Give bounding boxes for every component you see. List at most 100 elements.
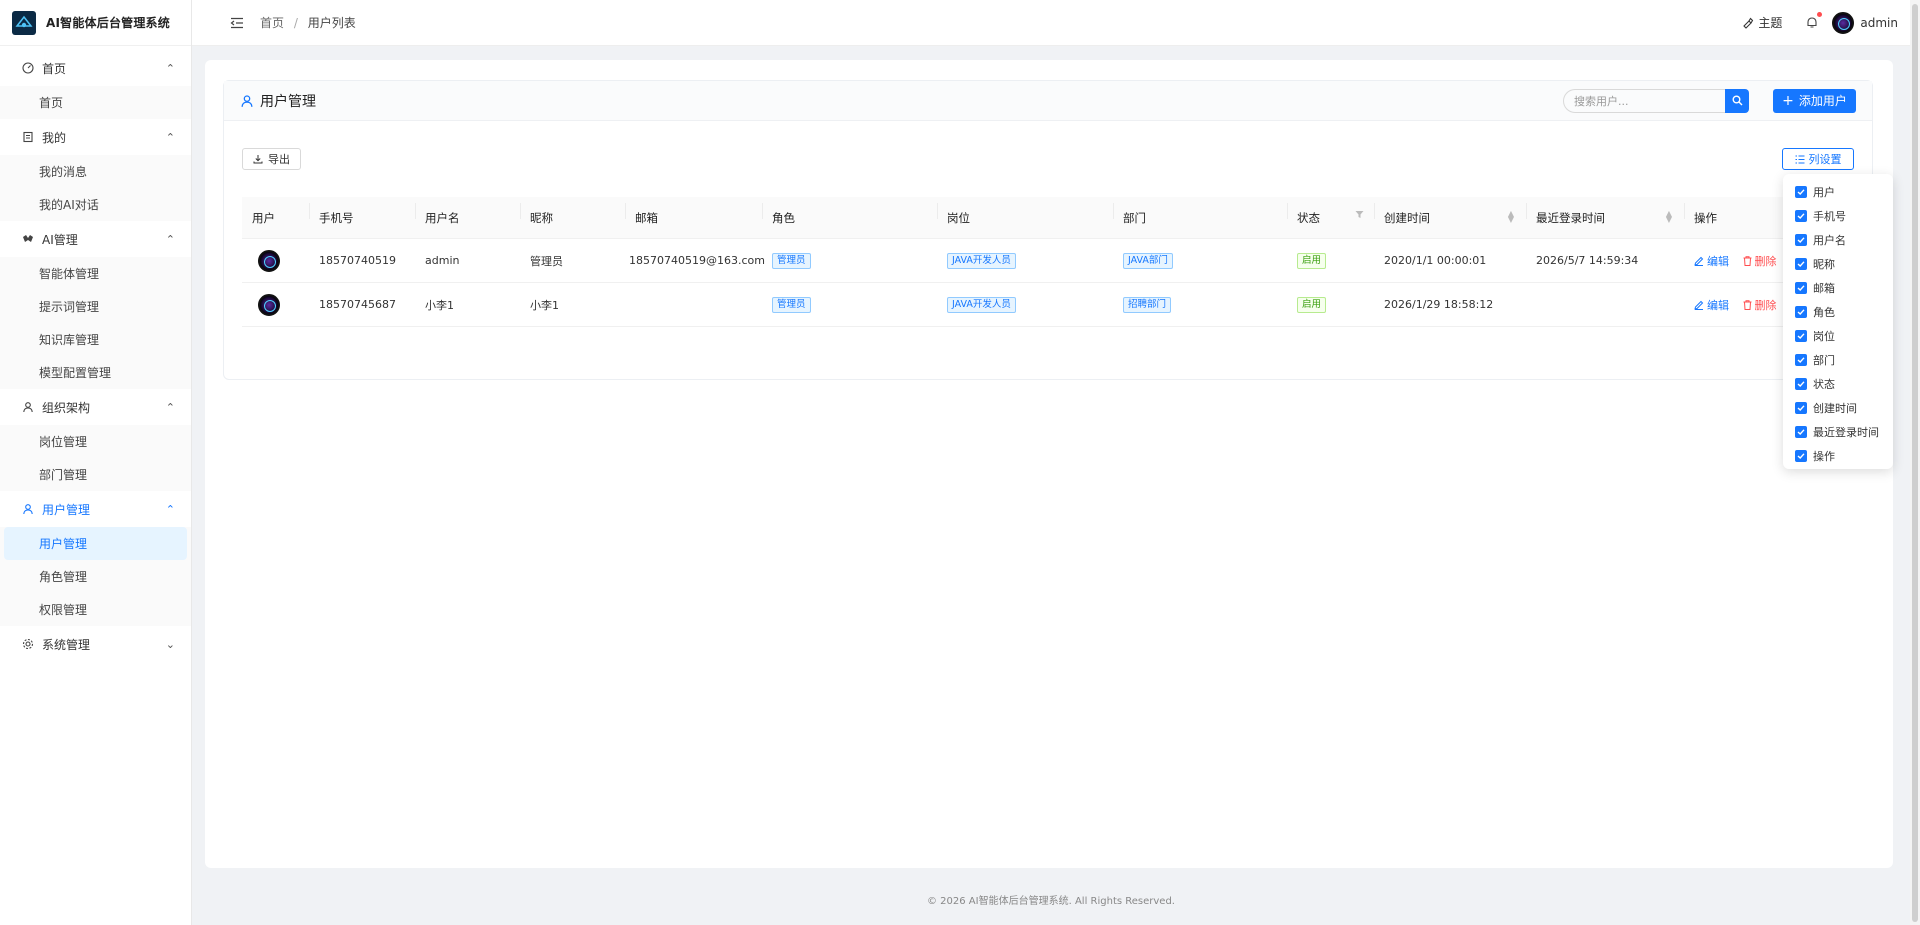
- checkbox-checked-icon[interactable]: [1795, 258, 1807, 270]
- menu-group-users[interactable]: 用户管理 ⌃: [0, 491, 191, 527]
- checkbox-checked-icon[interactable]: [1795, 402, 1807, 414]
- column-settings-button[interactable]: 列设置: [1782, 148, 1854, 170]
- sidebar-item-prompts[interactable]: 提示词管理: [0, 290, 191, 323]
- filter-icon: [1355, 210, 1364, 218]
- chevron-up-icon: ⌃: [165, 502, 175, 516]
- sidebar-item-models[interactable]: 模型配置管理: [0, 356, 191, 389]
- checkbox-checked-icon[interactable]: [1795, 306, 1807, 318]
- edit-button[interactable]: 编辑: [1694, 297, 1729, 313]
- menu-group-org[interactable]: 组织架构 ⌃: [0, 389, 191, 425]
- avatar: [258, 293, 280, 316]
- delete-label: 删除: [1754, 254, 1777, 268]
- checkbox-checked-icon[interactable]: [1795, 426, 1807, 438]
- delete-button[interactable]: 删除: [1743, 253, 1777, 269]
- column-option[interactable]: 角色: [1783, 300, 1893, 324]
- col-header-actions: 操作: [1684, 202, 1754, 226]
- sidebar-item-messages[interactable]: 我的消息: [0, 155, 191, 188]
- sidebar-item-permissions[interactable]: 权限管理: [0, 593, 191, 626]
- notification-dot: [1817, 12, 1823, 17]
- delete-label: 删除: [1754, 298, 1777, 312]
- sidebar-item-home[interactable]: 首页: [0, 86, 191, 119]
- export-button[interactable]: 导出: [242, 148, 301, 170]
- cell-last-login: 2026/5/7 14:59:34: [1536, 254, 1639, 267]
- checkbox-checked-icon[interactable]: [1795, 354, 1807, 366]
- checkbox-checked-icon[interactable]: [1795, 210, 1807, 222]
- column-settings-label: 列设置: [1808, 153, 1842, 166]
- edit-label: 编辑: [1707, 298, 1729, 312]
- app-title: AI智能体后台管理系统: [46, 16, 170, 30]
- cell-username: admin: [425, 254, 460, 267]
- plus-icon: +: [1782, 92, 1794, 109]
- notification-bell-icon[interactable]: [1806, 12, 1823, 29]
- top-header: 首页 / 用户列表 主题 admin: [192, 0, 1920, 46]
- checkbox-checked-icon[interactable]: [1795, 282, 1807, 294]
- edit-label: 编辑: [1707, 254, 1729, 268]
- edit-button[interactable]: 编辑: [1694, 253, 1729, 269]
- column-option[interactable]: 用户: [1783, 180, 1893, 204]
- theme-button[interactable]: 主题: [1742, 14, 1782, 31]
- menu-group-ai[interactable]: AI管理 ⌃: [0, 221, 191, 257]
- cell-phone: 18570745687: [319, 298, 396, 311]
- sidebar-item-roles[interactable]: 角色管理: [0, 560, 191, 593]
- col-header-last-login[interactable]: 最近登录时间 ▲ ▼: [1526, 202, 1684, 226]
- col-header-role: 角色: [762, 202, 937, 226]
- column-option[interactable]: 状态: [1783, 372, 1893, 396]
- search-input[interactable]: 搜索用户...: [1563, 88, 1725, 113]
- scrollbar-thumb[interactable]: [1912, 4, 1918, 922]
- column-option[interactable]: 岗位: [1783, 324, 1893, 348]
- breadcrumb-home[interactable]: 首页: [260, 16, 284, 30]
- sidebar-item-posts[interactable]: 岗位管理: [0, 425, 191, 458]
- search-icon: [1732, 95, 1742, 106]
- column-option[interactable]: 最近登录时间: [1783, 420, 1893, 444]
- download-icon: [253, 155, 263, 164]
- avatar: [258, 249, 280, 272]
- column-option[interactable]: 用户名: [1783, 228, 1893, 252]
- search-button[interactable]: [1725, 88, 1749, 113]
- menu-group-label: AI管理: [42, 232, 78, 247]
- col-header-last-login-label: 最近登录时间: [1536, 210, 1605, 225]
- sidebar-item-knowledge[interactable]: 知识库管理: [0, 323, 191, 356]
- menu-group-label: 用户管理: [42, 502, 91, 517]
- cell-created: 2026/1/29 18:58:12: [1384, 298, 1494, 311]
- menu-fold-icon[interactable]: [230, 17, 244, 29]
- checkbox-checked-icon[interactable]: [1795, 234, 1807, 246]
- col-header-status[interactable]: 状态: [1287, 202, 1374, 226]
- footer-copyright: © 2026 AI智能体后台管理系统. All Rights Reserved.: [927, 896, 1175, 907]
- sidebar-item-ai-chat[interactable]: 我的AI对话: [0, 188, 191, 221]
- table-row: 18570745687 小李1 小李1 管理员 JAVA开发人员 招聘部门 启用…: [242, 283, 1854, 327]
- checkbox-checked-icon[interactable]: [1795, 186, 1807, 198]
- chevron-down-icon: ⌄: [165, 637, 175, 651]
- column-option[interactable]: 邮箱: [1783, 276, 1893, 300]
- column-option[interactable]: 操作: [1783, 444, 1893, 468]
- list-icon: [1795, 155, 1804, 163]
- menu-group-home[interactable]: 首页 ⌃: [0, 50, 191, 86]
- chevron-up-icon: ⌃: [165, 232, 175, 246]
- col-header-nickname: 昵称: [520, 202, 625, 226]
- delete-button[interactable]: 删除: [1743, 297, 1777, 313]
- column-option[interactable]: 创建时间: [1783, 396, 1893, 420]
- vertical-scrollbar[interactable]: [1910, 0, 1920, 925]
- add-user-button[interactable]: + 添加用户: [1773, 88, 1856, 113]
- menu-group-system[interactable]: 系统管理 ⌄: [0, 626, 191, 662]
- sidebar-item-user-management[interactable]: 用户管理: [4, 527, 187, 560]
- dashboard-icon: [20, 62, 36, 74]
- edit-icon: [1694, 256, 1704, 266]
- panel-header: 用户管理 搜索用户... + 添加用户: [224, 81, 1872, 121]
- checkbox-checked-icon[interactable]: [1795, 378, 1807, 390]
- panel-title: 用户管理: [240, 91, 316, 111]
- username-label[interactable]: admin: [1860, 16, 1898, 30]
- checkbox-checked-icon[interactable]: [1795, 450, 1807, 462]
- col-header-created[interactable]: 创建时间 ▲ ▼: [1374, 202, 1526, 226]
- user-icon: [20, 503, 36, 515]
- column-option[interactable]: 部门: [1783, 348, 1893, 372]
- avatar[interactable]: [1832, 11, 1855, 34]
- checkbox-checked-icon[interactable]: [1795, 330, 1807, 342]
- column-option[interactable]: 昵称: [1783, 252, 1893, 276]
- col-header-post: 岗位: [937, 202, 1113, 226]
- menu-group-mine[interactable]: 我的 ⌃: [0, 119, 191, 155]
- theme-label: 主题: [1758, 16, 1783, 30]
- sidebar-item-depts[interactable]: 部门管理: [0, 458, 191, 491]
- column-option[interactable]: 手机号: [1783, 204, 1893, 228]
- sidebar-item-agents[interactable]: 智能体管理: [0, 257, 191, 290]
- col-header-user: 用户: [252, 210, 275, 225]
